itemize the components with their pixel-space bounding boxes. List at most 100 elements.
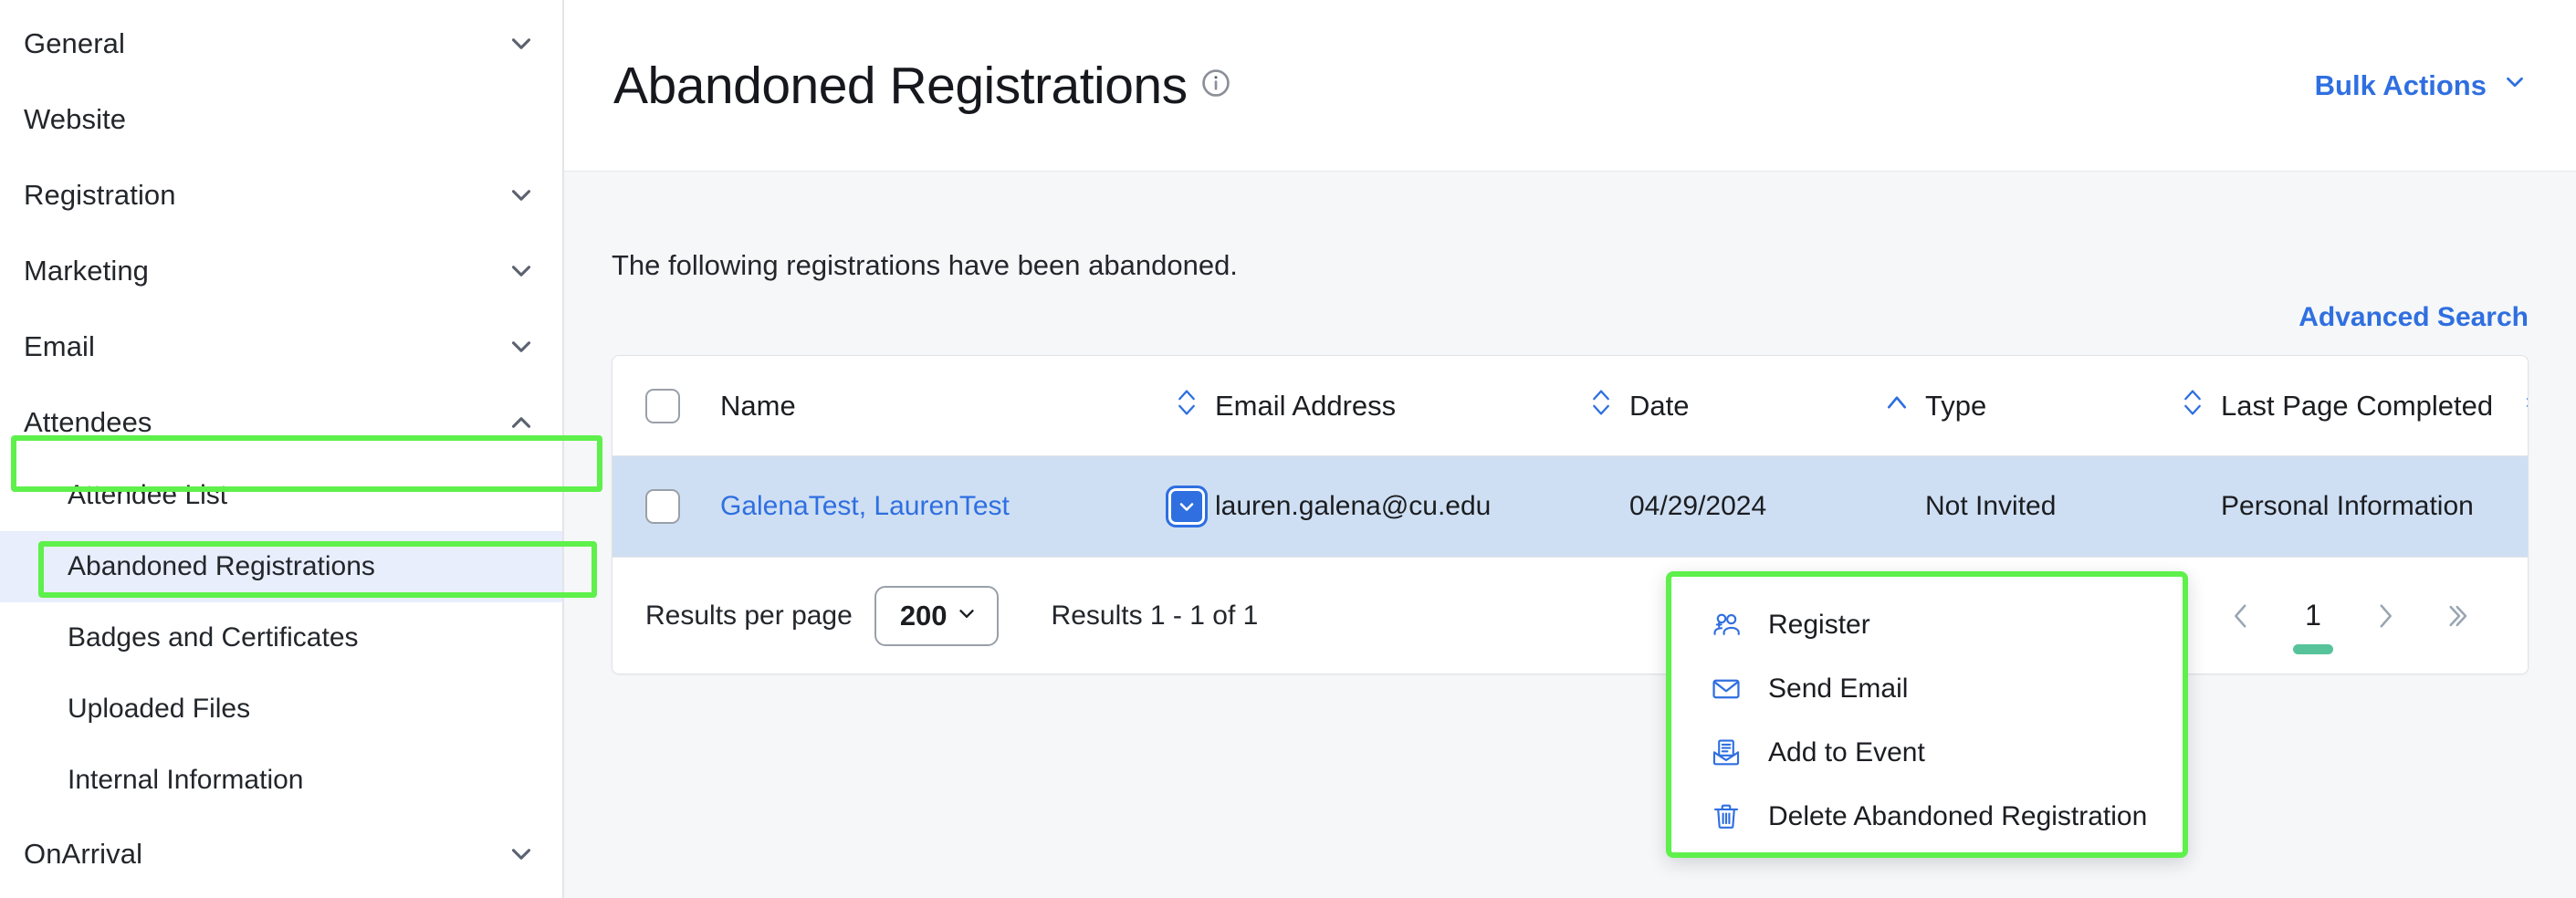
sidebar: General Website Registration Marketing E… — [0, 0, 602, 898]
row-actions-menu-button[interactable] — [1166, 486, 1208, 527]
sort-toggle-last-page-completed[interactable] — [2493, 387, 2528, 425]
pagination-page-1[interactable]: 1 — [2276, 581, 2351, 654]
envelope-icon — [1710, 673, 1743, 705]
row-cell-email-address: lauren.galena@cu.edu — [1215, 491, 1492, 521]
registrations-table: Name Email Address Date Type Last Page C… — [612, 355, 2529, 674]
content-panel: The following registrations have been ab… — [564, 172, 2576, 898]
sort-updown-icon — [1175, 387, 1199, 425]
sort-updown-icon — [1589, 387, 1613, 425]
results-per-page-select[interactable]: 200 — [874, 585, 999, 646]
select-all-cell — [613, 388, 720, 423]
pagination: 1 — [2137, 581, 2489, 654]
attendee-name-link[interactable]: GalenaTest, LaurenTest — [720, 491, 1010, 522]
column-header-type[interactable]: Type — [1925, 390, 2164, 423]
info-icon[interactable] — [1200, 68, 1231, 99]
sidebar-item-uploaded-files[interactable]: Uploaded Files — [0, 674, 562, 745]
sort-updown-icon — [2181, 387, 2204, 425]
chevron-down-icon[interactable] — [506, 331, 537, 362]
sidebar-item-label: Attendees — [24, 405, 152, 438]
sidebar-item-label: Abandoned Registrations — [68, 551, 375, 581]
bulk-actions-button[interactable]: Bulk Actions — [2315, 68, 2529, 103]
sort-updown-icon — [2523, 387, 2528, 425]
sidebar-item-label: Badges and Certificates — [68, 622, 359, 653]
advanced-search-row: Advanced Search — [612, 282, 2529, 333]
advanced-search-link[interactable]: Advanced Search — [2299, 302, 2529, 333]
sidebar-item-onarrival[interactable]: OnArrival — [0, 816, 562, 892]
menu-item-register[interactable]: Register — [1671, 593, 2183, 657]
chevron-down-icon — [2501, 68, 2529, 103]
menu-item-add-to-event[interactable]: Add to Event — [1671, 721, 2183, 785]
chevron-down-icon[interactable] — [506, 28, 537, 59]
column-header-email-address[interactable]: Email Address — [1215, 390, 1573, 423]
pagination-last-button[interactable] — [2420, 581, 2489, 651]
results-per-page-label: Results per page — [645, 600, 853, 631]
sidebar-item-website[interactable]: Website — [0, 81, 562, 157]
main-content: Abandoned Registrations Bulk Actions The… — [564, 0, 2576, 898]
results-count-text: Results 1 - 1 of 1 — [1051, 600, 1259, 631]
chevron-down-icon — [955, 600, 979, 632]
row-select-checkbox[interactable] — [645, 489, 680, 524]
sidebar-item-registration[interactable]: Registration — [0, 157, 562, 233]
sidebar-item-label: Internal Information — [68, 765, 304, 795]
sort-toggle-name[interactable] — [1158, 387, 1215, 425]
sidebar-item-label: Email — [24, 329, 96, 362]
table-row[interactable]: GalenaTest, LaurenTest lauren.galena@cu.… — [613, 456, 2528, 557]
row-actions-menu: Register Send Email Add to Event Delete … — [1666, 571, 2188, 858]
menu-item-label: Delete Abandoned Registration — [1768, 801, 2148, 831]
document-envelope-icon — [1710, 736, 1743, 769]
column-header-label: Email Address — [1215, 389, 1397, 422]
menu-item-label: Send Email — [1768, 674, 1909, 704]
select-all-checkbox[interactable] — [645, 388, 680, 423]
sidebar-item-label: Marketing — [24, 254, 150, 287]
app-root: General Website Registration Marketing E… — [0, 0, 2576, 898]
column-header-name[interactable]: Name — [720, 390, 1158, 423]
sidebar-item-internal-information[interactable]: Internal Information — [0, 745, 562, 816]
menu-item-label: Add to Event — [1768, 737, 1925, 767]
chevron-up-icon[interactable] — [506, 407, 537, 438]
pagination-prev-button[interactable] — [2206, 581, 2276, 651]
column-header-label: Date — [1629, 389, 1690, 422]
pagination-page-label: 1 — [2305, 599, 2321, 632]
sort-toggle-date[interactable] — [1869, 390, 1925, 423]
sidebar-item-email[interactable]: Email — [0, 308, 562, 384]
pagination-active-indicator — [2293, 643, 2333, 654]
row-cell-date: 04/29/2024 — [1629, 491, 1767, 521]
row-cell-name: GalenaTest, LaurenTest — [720, 491, 1158, 522]
column-header-date[interactable]: Date — [1629, 390, 1869, 423]
sidebar-item-abandoned-registrations[interactable]: Abandoned Registrations — [0, 531, 562, 602]
column-header-label: Type — [1925, 389, 1987, 422]
intro-text: The following registrations have been ab… — [612, 249, 1238, 281]
sidebar-item-badges-and-certificates[interactable]: Badges and Certificates — [0, 602, 562, 674]
table-header-row: Name Email Address Date Type Last Page C… — [613, 356, 2528, 456]
results-per-page-value: 200 — [899, 599, 948, 632]
sidebar-item-label: OnArrival — [24, 837, 143, 870]
sort-toggle-email-address[interactable] — [1573, 387, 1629, 425]
chevron-down-icon[interactable] — [506, 256, 537, 287]
row-cell-last-page-completed: Personal Information — [2221, 491, 2474, 521]
page-title-text: Abandoned Registrations — [613, 56, 1188, 115]
menu-item-label: Register — [1768, 610, 1870, 640]
sidebar-item-label: Uploaded Files — [68, 694, 251, 724]
table-footer: Results per page 200 Results 1 - 1 of 1 — [613, 557, 2528, 674]
sidebar-item-label: Registration — [24, 178, 176, 211]
sidebar-item-general[interactable]: General — [0, 5, 562, 81]
page-header: Abandoned Registrations Bulk Actions — [564, 0, 2576, 172]
sidebar-item-label: Attendee List — [68, 480, 228, 510]
sort-ascending-icon — [1884, 390, 1910, 423]
menu-item-send-email[interactable]: Send Email — [1671, 657, 2183, 721]
bulk-actions-label: Bulk Actions — [2314, 68, 2487, 101]
column-header-label: Name — [720, 389, 796, 422]
sort-toggle-type[interactable] — [2164, 387, 2221, 425]
trash-icon — [1710, 800, 1743, 833]
sidebar-item-label: General — [24, 26, 125, 59]
menu-item-delete-abandoned-registration[interactable]: Delete Abandoned Registration — [1671, 785, 2183, 849]
sidebar-item-marketing[interactable]: Marketing — [0, 233, 562, 308]
chevron-down-icon[interactable] — [506, 180, 537, 211]
pagination-next-button[interactable] — [2351, 581, 2420, 651]
row-select-cell — [613, 489, 720, 524]
sidebar-item-attendee-list[interactable]: Attendee List — [0, 460, 562, 531]
chevron-down-icon[interactable] — [506, 839, 537, 870]
sidebar-item-attendees[interactable]: Attendees — [0, 384, 562, 460]
column-header-label: Last Page Completed — [2221, 389, 2494, 422]
column-header-last-page-completed[interactable]: Last Page Completed — [2221, 390, 2493, 423]
